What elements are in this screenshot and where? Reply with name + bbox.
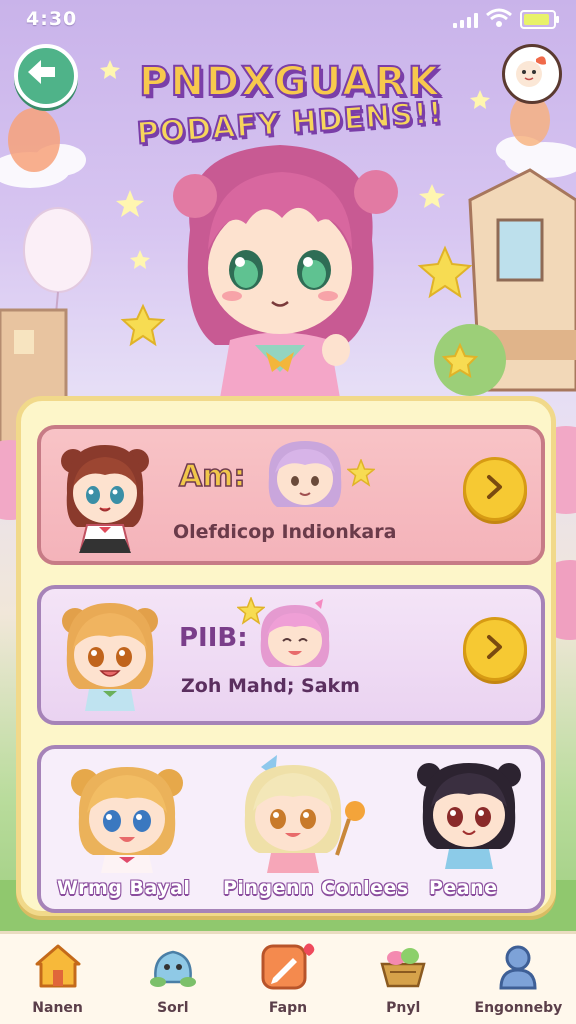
chibi-orange-hair-icon	[62, 603, 158, 711]
roster-character-3[interactable]: Peane	[401, 749, 541, 909]
house-icon	[35, 944, 81, 988]
profile-avatar-button[interactable]	[502, 44, 562, 104]
wifi-icon	[486, 8, 512, 27]
character-card-2[interactable]: PIIB: Zoh Mahd; Sakm	[37, 585, 545, 725]
nav-label-pnyl: Pnyl	[386, 1000, 421, 1016]
card-2-subtitle: Zoh Mahd; Sakm	[181, 675, 360, 697]
house-arrow-icon	[28, 60, 55, 84]
chevron-right-icon	[487, 475, 502, 499]
chibi-blonde-curly-icon	[71, 767, 183, 873]
character-name-2: Pingenn Conlees	[223, 877, 409, 899]
card-1-subtitle: Olefdicop Indionkara	[173, 521, 397, 543]
basket-icon	[380, 948, 426, 988]
chibi-black-hair-icon	[417, 763, 521, 869]
star-icon	[347, 459, 375, 487]
roster-character-2[interactable]: Pingenn Conlees	[217, 749, 408, 909]
nav-item-home[interactable]: Nanen	[0, 934, 115, 1024]
main-character-illustration	[173, 145, 398, 398]
chibi-cream-hair-icon	[244, 755, 365, 873]
pencil-icon	[261, 943, 315, 990]
signal-icon	[453, 12, 478, 28]
chibi-pink-hair-icon	[260, 599, 330, 667]
avatar-face-icon	[516, 56, 546, 87]
nav-item-fapn[interactable]: Fapn	[230, 934, 345, 1024]
blob-icon	[149, 950, 196, 987]
chibi-brown-hair-icon	[61, 445, 149, 553]
battery-icon	[520, 10, 559, 29]
card-1-label: Am:	[178, 458, 246, 495]
character-roster-card: Wrmg Bayal Pingenn Conlees Peane	[37, 745, 545, 913]
character-name-1: Wrmg Bayal	[57, 877, 191, 899]
nav-label-home: Nanen	[32, 1000, 83, 1016]
nav-label-sorl: Sorl	[157, 1000, 189, 1016]
chibi-lilac-hair-icon	[268, 441, 342, 507]
nav-item-sorl[interactable]: Sorl	[115, 934, 230, 1024]
nav-item-pnyl[interactable]: Pnyl	[346, 934, 461, 1024]
card-1-go-button[interactable]	[463, 457, 527, 521]
nav-item-engonneby[interactable]: Engonneby	[461, 934, 576, 1024]
card-2-go-button[interactable]	[463, 617, 527, 681]
card-2-label: PIIB:	[179, 623, 248, 653]
nav-label-engonneby: Engonneby	[474, 1000, 563, 1016]
roster-character-1[interactable]: Wrmg Bayal	[47, 749, 207, 909]
status-time: 4:30	[26, 8, 78, 30]
character-card-1[interactable]: Am: Olefdicop Indionkara	[37, 425, 545, 565]
character-select-panel: Am: Olefdicop Indionkara PIIB: Zoh Mahd;…	[16, 396, 556, 916]
person-icon	[499, 945, 537, 990]
bottom-nav: Nanen Sorl Fapn Pnyl Engonneby	[0, 931, 576, 1024]
back-button[interactable]	[14, 44, 78, 108]
character-name-3: Peane	[429, 877, 498, 899]
nav-label-fapn: Fapn	[268, 1000, 308, 1016]
chevron-right-icon	[487, 635, 502, 659]
app-screen: 4:30 PNDXGUARK PODAFY HDENS!! Am: Olefdi…	[0, 0, 576, 1024]
status-bar: 4:30	[0, 0, 576, 38]
game-title: PNDXGUARK PODAFY HDENS!!	[90, 59, 490, 170]
